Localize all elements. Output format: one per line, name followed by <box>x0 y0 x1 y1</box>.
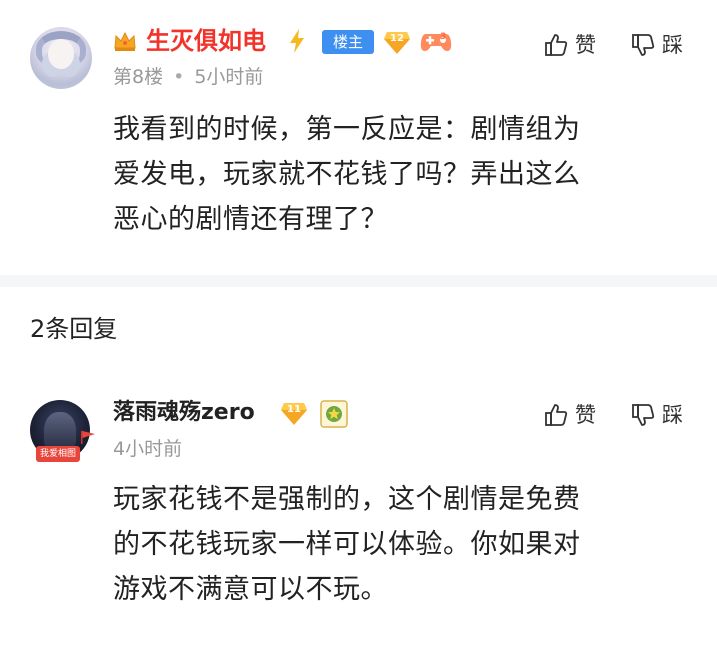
reply-dislike-label: 踩 <box>662 403 683 427</box>
thumbs-up-icon <box>545 404 568 426</box>
reply-like-button[interactable]: 赞 <box>543 400 596 430</box>
op-content-line: 爱发电，玩家就不花钱了吗？弄出这么 <box>113 159 581 190</box>
thumbs-down-icon <box>632 34 655 56</box>
level-gem-icon: 12 <box>383 29 411 55</box>
reply-count: 2条回复 <box>30 315 118 343</box>
reply-content: 玩家花钱不是强制的，这个剧情是免费 的不花钱玩家一样可以体验。你如果对 游戏不满… <box>113 477 581 612</box>
reply-username[interactable]: 落雨魂殇zero <box>113 397 255 429</box>
reply-level: 11 <box>287 404 301 415</box>
op-time: 5小时前 <box>194 66 264 88</box>
op-content-line: 我看到的时候，第一反应是：剧情组为 <box>113 114 581 145</box>
reply-time: 4小时前 <box>113 438 183 460</box>
op-avatar[interactable] <box>30 27 92 89</box>
owner-badge: 楼主 <box>322 30 374 54</box>
medal-icon <box>320 400 348 428</box>
lightning-icon <box>290 29 304 53</box>
reply-dislike-button[interactable]: 踩 <box>630 400 683 430</box>
op-like-button[interactable]: 赞 <box>543 30 596 60</box>
reply-like-label: 赞 <box>575 403 596 427</box>
reply-content-line: 的不花钱玩家一样可以体验。你如果对 <box>113 529 581 560</box>
flag-icon <box>81 431 95 444</box>
floor-number: 第8楼 <box>113 66 164 88</box>
level-gem-icon: 11 <box>280 400 308 426</box>
gamepad-icon: 3 <box>420 30 452 54</box>
op-content-line: 恶心的剧情还有理了？ <box>113 204 388 235</box>
crown-icon <box>114 31 136 51</box>
gamepad-level: 3 <box>440 32 447 42</box>
op-like-label: 赞 <box>575 33 596 57</box>
section-divider <box>0 275 717 287</box>
op-dislike-label: 踩 <box>662 33 683 57</box>
original-post: 生灭俱如电 楼主 12 3 第8楼 • 5小时前 赞 踩 我看到的时候，第一反应… <box>0 0 717 275</box>
op-level: 12 <box>390 33 404 44</box>
op-username[interactable]: 生灭俱如电 <box>146 24 266 58</box>
op-content: 我看到的时候，第一反应是：剧情组为 爱发电，玩家就不花钱了吗？弄出这么 恶心的剧… <box>113 107 581 242</box>
op-meta: 第8楼 • 5小时前 <box>113 66 264 88</box>
reply-content-line: 游戏不满意可以不玩。 <box>113 574 388 605</box>
avatar-badge: 我爱相图 <box>36 446 80 462</box>
reply-content-line: 玩家花钱不是强制的，这个剧情是免费 <box>113 484 581 515</box>
op-dislike-button[interactable]: 踩 <box>630 30 683 60</box>
thumbs-down-icon <box>632 404 655 426</box>
thumbs-up-icon <box>545 34 568 56</box>
